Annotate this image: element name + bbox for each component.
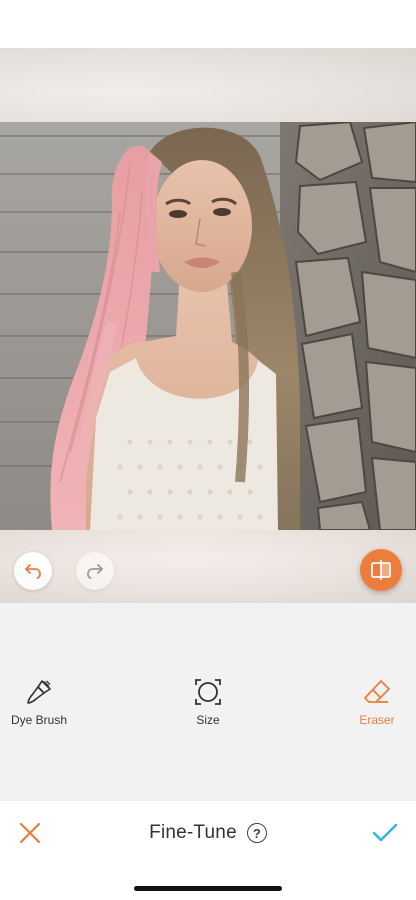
status-bar: [0, 0, 416, 48]
tool-dye-brush[interactable]: Dye Brush: [0, 677, 89, 727]
checkmark-icon[interactable]: [371, 821, 399, 845]
screen-title: Fine-Tune: [149, 822, 237, 843]
bottom-action-bar: Fine-Tune ?: [0, 801, 416, 900]
tool-label: Dye Brush: [10, 713, 68, 727]
redo-arrow-icon: [87, 564, 103, 579]
photo-canvas[interactable]: [0, 48, 416, 603]
tools-panel: Dye Brush Size Eraser: [0, 603, 416, 801]
compare-split-icon: [371, 560, 391, 580]
home-indicator[interactable]: [134, 886, 282, 891]
size-circle-icon: [195, 679, 221, 705]
compare-button[interactable]: [360, 549, 402, 591]
tool-size[interactable]: Size: [158, 677, 258, 727]
brush-icon: [27, 680, 51, 704]
undo-arrow-icon: [25, 564, 41, 579]
tool-label: Size: [196, 713, 220, 727]
eraser-icon: [364, 680, 390, 703]
canvas-blur-top: [0, 48, 416, 122]
title-group: Fine-Tune ?: [0, 820, 416, 846]
redo-button[interactable]: [76, 552, 114, 590]
undo-button[interactable]: [14, 552, 52, 590]
tool-label: Eraser: [359, 713, 395, 727]
edited-photo[interactable]: [0, 122, 416, 530]
tool-eraser[interactable]: Eraser: [327, 677, 416, 727]
canvas-blur-bottom: [0, 530, 416, 603]
help-icon[interactable]: ?: [246, 823, 267, 843]
